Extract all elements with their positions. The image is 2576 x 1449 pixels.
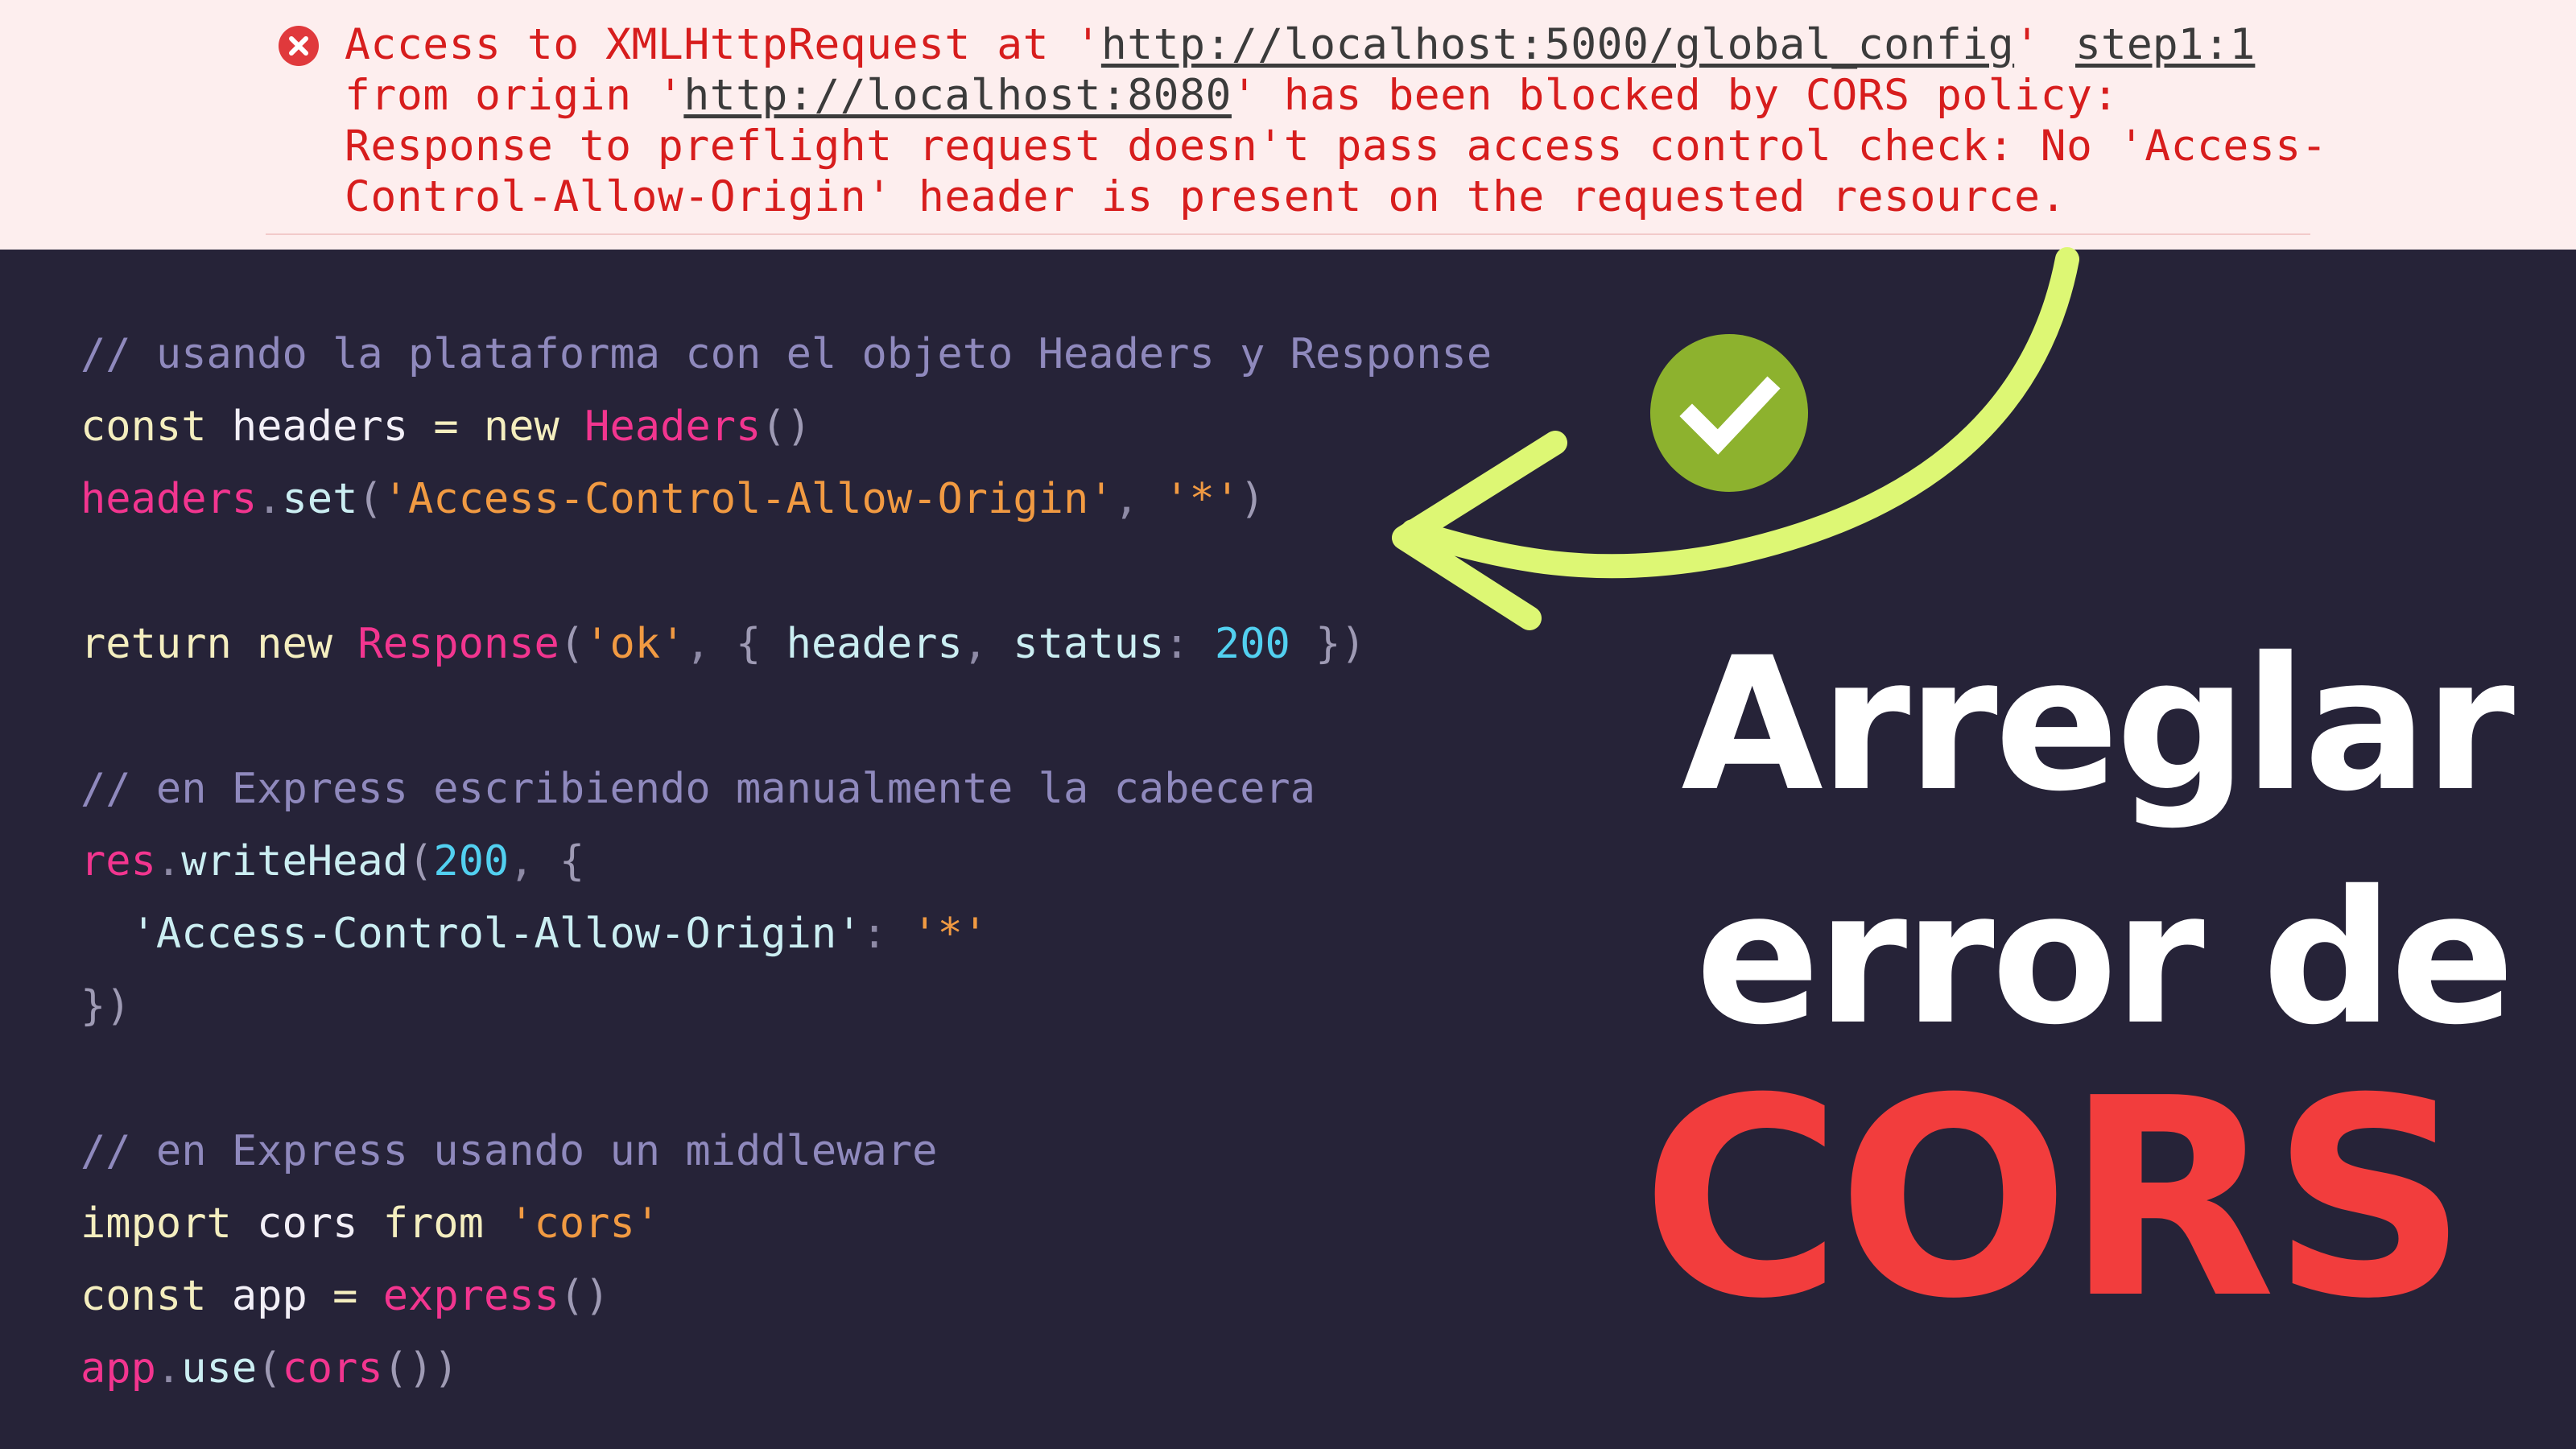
code-token-class: headers — [80, 475, 258, 523]
code-token-ident — [484, 1199, 509, 1248]
code-token-punct: . — [257, 475, 283, 523]
error-line-1: Access to XMLHttpRequest at 'http://loca… — [345, 20, 2041, 69]
code-token-op: = — [433, 402, 459, 451]
code-token-keyword: const — [80, 402, 207, 451]
code-token-comment: // en Express escribiendo manualmente la… — [80, 765, 1316, 813]
code-token-punct: , — [962, 620, 1013, 668]
console-error-message: Access to XMLHttpRequest at 'http://loca… — [345, 19, 2327, 222]
code-token-brace: ( — [559, 620, 585, 668]
code-line: // en Express usando un middleware — [80, 1115, 1492, 1187]
code-token-brace: { — [736, 620, 786, 668]
error-line-4: Control-Allow-Origin' header is present … — [345, 172, 2066, 221]
code-token-ident: cors — [231, 1199, 383, 1248]
code-token-brace: () — [761, 402, 811, 451]
code-token-punct: , — [1113, 475, 1165, 523]
console-divider — [266, 233, 2310, 235]
origin-url-link[interactable]: http://localhost:8080 — [683, 71, 1232, 120]
code-token-brace: { — [559, 837, 585, 886]
title-line-cors: CORS — [1641, 1040, 2468, 1359]
code-line: import cors from 'cors' — [80, 1187, 1492, 1260]
code-line: res.writeHead(200, { — [80, 825, 1492, 898]
code-token-op: = — [332, 1272, 358, 1320]
code-line: const app = express() — [80, 1260, 1492, 1332]
code-token-keyword: new — [231, 620, 358, 668]
code-token-class: res — [80, 837, 156, 886]
code-token-class: app — [80, 1344, 156, 1393]
code-token-class: cors — [282, 1344, 383, 1393]
code-token-punct: . — [155, 1344, 182, 1393]
code-token-class: Headers — [584, 402, 762, 451]
title-line-arreglar: Arreglar — [1681, 617, 2515, 832]
code-line: return new Response('ok', { headers, sta… — [80, 608, 1492, 680]
code-line: // usando la plataforma con el objeto He… — [80, 318, 1492, 390]
code-token-num: 200 — [1214, 620, 1290, 668]
code-token-comment: // usando la plataforma con el objeto He… — [80, 330, 1492, 378]
checkmark-icon — [1650, 334, 1808, 492]
code-line: }) — [80, 970, 1492, 1042]
code-token-keyword: new — [458, 402, 585, 451]
code-token-class: Response — [357, 620, 559, 668]
code-token-string: 'ok' — [584, 620, 686, 668]
code-token-prop: 'Access-Control-Allow-Origin' — [80, 910, 862, 958]
code-token-prop: set — [282, 475, 358, 523]
code-token-brace: }) — [1290, 620, 1366, 668]
title-line-error-de: error de — [1695, 851, 2515, 1065]
code-token-keyword: const — [80, 1272, 207, 1320]
code-token-brace: ( — [257, 1344, 283, 1393]
code-token-comment: // en Express usando un middleware — [80, 1127, 938, 1175]
error-line-3: Response to preflight request doesn't pa… — [345, 122, 2328, 171]
code-token-string: '*' — [1164, 475, 1241, 523]
code-token-prop: use — [181, 1344, 258, 1393]
code-token-ident — [357, 1272, 382, 1320]
code-token-brace: }) — [80, 982, 131, 1030]
code-token-string: '*' — [912, 910, 989, 958]
code-token-punct: , — [509, 837, 559, 886]
code-token-punct: : — [861, 910, 913, 958]
error-circle-icon — [279, 26, 319, 66]
code-token-class: express — [382, 1272, 559, 1320]
code-line: 'Access-Control-Allow-Origin': '*' — [80, 898, 1492, 970]
code-token-brace: ( — [408, 837, 434, 886]
error-line-2: from origin 'http://localhost:8080' has … — [345, 71, 2119, 120]
code-token-punct: . — [155, 837, 182, 886]
code-block: // usando la plataforma con el objeto He… — [80, 318, 1492, 1405]
code-line: headers.set('Access-Control-Allow-Origin… — [80, 463, 1492, 535]
code-token-punct: , — [685, 620, 737, 668]
code-token-punct: : — [1164, 620, 1215, 668]
request-url-link[interactable]: http://localhost:5000/global_config — [1101, 20, 2014, 69]
code-token-brace: ( — [357, 475, 383, 523]
code-token-ident: headers — [206, 402, 434, 451]
code-token-string: 'Access-Control-Allow-Origin' — [382, 475, 1114, 523]
code-token-prop: status — [1013, 620, 1165, 668]
code-line: app.use(cors()) — [80, 1332, 1492, 1405]
code-token-brace: ()) — [382, 1344, 459, 1393]
code-line: const headers = new Headers() — [80, 390, 1492, 463]
code-token-num: 200 — [433, 837, 510, 886]
error-source-link[interactable]: step1:1 — [2075, 19, 2255, 70]
code-token-brace: () — [559, 1272, 610, 1320]
code-token-prop: writeHead — [181, 837, 408, 886]
code-token-keyword: from — [382, 1199, 484, 1248]
code-token-keyword: import — [80, 1199, 232, 1248]
code-token-prop: headers — [786, 620, 963, 668]
console-error-banner: Access to XMLHttpRequest at 'http://loca… — [0, 0, 2576, 250]
code-token-keyword: return — [80, 620, 232, 668]
code-token-ident: app — [206, 1272, 333, 1320]
code-line: // en Express escribiendo manualmente la… — [80, 753, 1492, 825]
code-token-brace: ) — [1240, 475, 1265, 523]
code-token-string: 'cors' — [509, 1199, 661, 1248]
